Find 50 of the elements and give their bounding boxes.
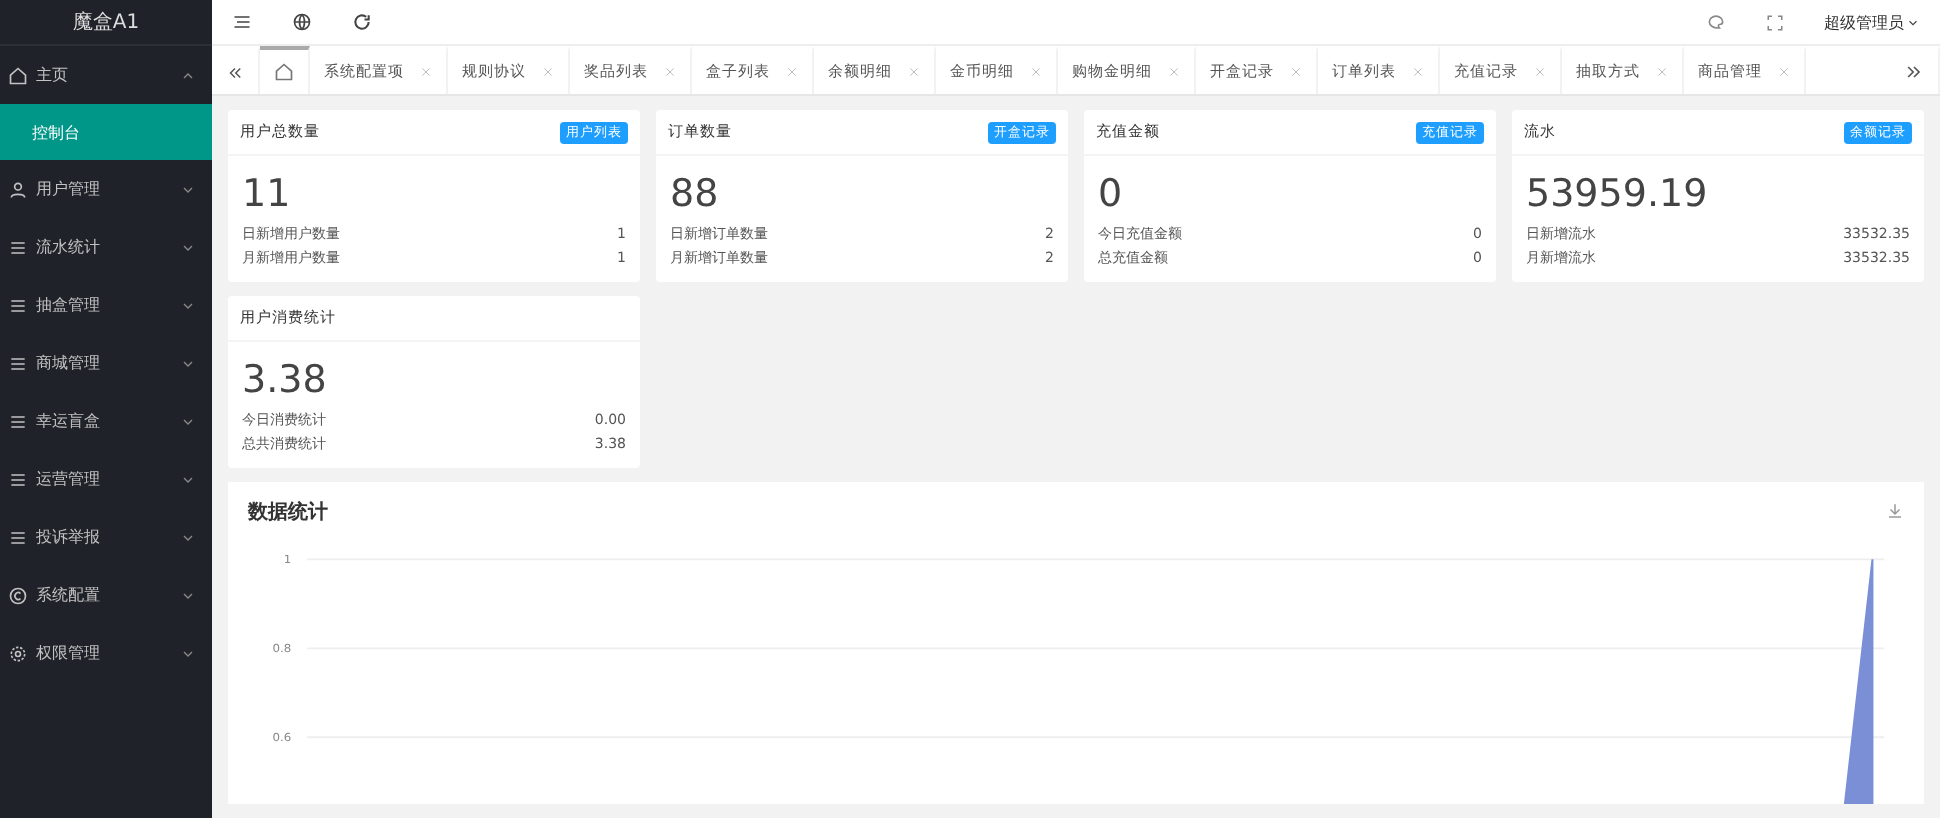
nav-item[interactable]: 权限管理 [0,624,212,682]
user-icon [8,179,28,199]
nav-item[interactable]: 主页 [0,46,212,104]
nav-item[interactable]: 商城管理 [0,334,212,392]
card-value: 3.38 [242,358,329,402]
close-icon[interactable] [1778,66,1790,78]
globe-icon[interactable] [292,12,312,32]
nav-item[interactable]: 用户管理 [0,160,212,218]
close-icon[interactable] [542,66,554,78]
close-icon[interactable] [1412,66,1424,78]
home-tab[interactable] [260,46,310,94]
nav-item[interactable]: 运营管理 [0,450,212,508]
copyright-icon [8,585,28,605]
nav-item[interactable]: 抽盒管理 [0,276,212,334]
close-icon[interactable] [1290,66,1302,78]
nav-item[interactable]: 幸运盲盒 [0,392,212,450]
list-icon [8,295,28,315]
double-chevron-right-icon [1904,62,1924,82]
card-value: 53959.19 [1526,172,1710,216]
close-icon[interactable] [786,66,798,78]
panel-title: 数据统计 [248,499,328,526]
card-value: 0 [1098,172,1125,216]
list-icon [8,353,28,373]
download-icon[interactable] [1886,502,1904,520]
close-icon[interactable] [1168,66,1180,78]
list-icon [8,527,28,547]
nav-item[interactable]: 投诉举报 [0,508,212,566]
close-icon[interactable] [1656,66,1668,78]
close-icon[interactable] [1030,66,1042,78]
close-icon[interactable] [1534,66,1546,78]
refresh-icon[interactable] [352,12,372,32]
home-icon [8,65,28,85]
card-value: 88 [670,172,721,216]
card-value: 11 [242,172,293,216]
list-icon [8,411,28,431]
double-chevron-left-icon [226,63,244,81]
list-icon [8,469,28,489]
user-menu[interactable]: 超级管理员 [1824,11,1904,33]
list-icon [8,237,28,257]
caret-icon[interactable] [1906,15,1920,29]
fullscreen-icon[interactable] [1766,13,1784,31]
gear-icon [8,643,28,663]
nav-subitem[interactable]: 控制台 [0,104,212,160]
home-icon [274,62,294,82]
close-icon[interactable] [664,66,676,78]
nav-item[interactable]: 系统配置 [0,566,212,624]
close-icon[interactable] [420,66,432,78]
close-icon[interactable] [908,66,920,78]
menu-icon[interactable] [232,12,252,32]
nav-item[interactable]: 流水统计 [0,218,212,276]
